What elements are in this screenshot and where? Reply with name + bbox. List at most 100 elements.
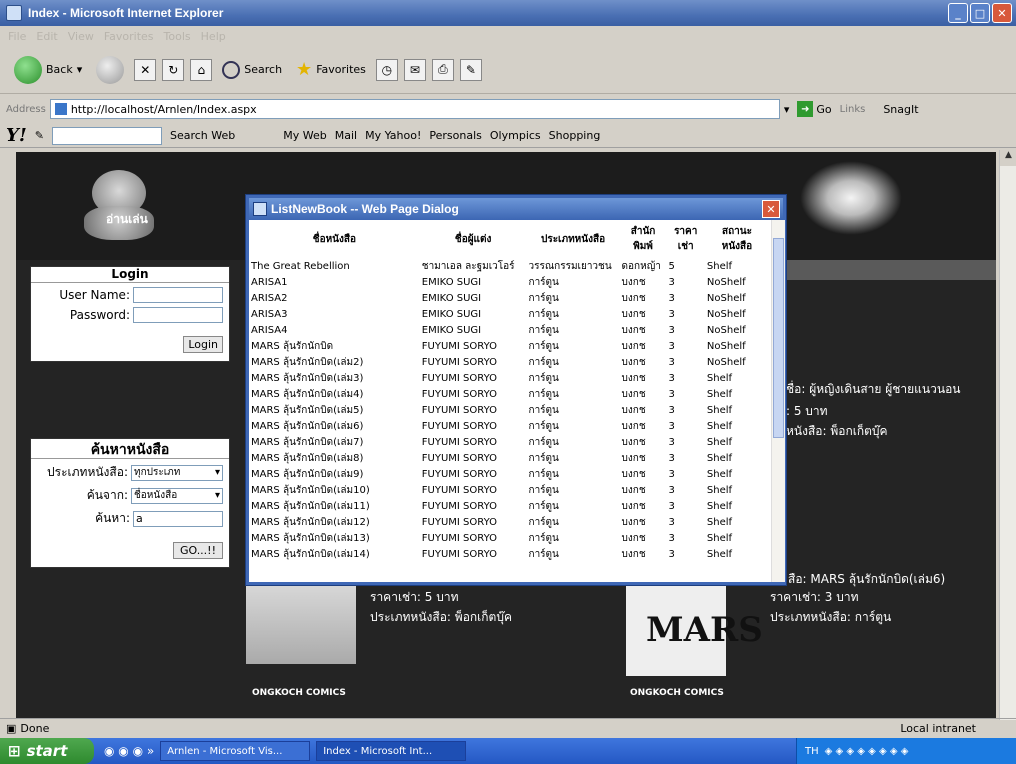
table-row[interactable]: MARS ลุ้นรักนักบิด(เล่ม6) FUYUMI SORYO การ… [249, 418, 769, 434]
table-row[interactable]: MARS ลุ้นรักนักบิด(เล่ม7) FUYUMI SORYO การ… [249, 434, 769, 450]
language-indicator[interactable]: TH [805, 746, 819, 757]
password-input[interactable] [133, 307, 223, 323]
quicklaunch-icons[interactable]: ◉ ◉ ◉ » [104, 744, 154, 758]
cell-author: FUYUMI SORYO [421, 404, 497, 416]
table-row[interactable]: MARS ลุ้นรักนักบิด(เล่ม12) FUYUMI SORYO กา… [249, 514, 769, 530]
cell-book-type: การ์ตูน [528, 452, 559, 464]
menu-file[interactable]: File [8, 30, 26, 43]
table-row[interactable]: MARS ลุ้นรักนักบิด(เล่ม4) FUYUMI SORYO การ… [249, 386, 769, 402]
page-icon [54, 103, 67, 115]
book-type-select[interactable]: ทุกประเภท ▾ [131, 464, 223, 481]
search-from-select[interactable]: ชื่อหนังสือ ▾ [131, 487, 223, 504]
yahoo-shopping[interactable]: Shopping [549, 129, 601, 142]
yahoo-mail[interactable]: Mail [335, 129, 357, 142]
close-button[interactable]: ✕ [992, 3, 1012, 23]
cell-publisher: บงกช [621, 324, 646, 336]
table-row[interactable]: MARS ลุ้นรักนักบิด(เล่ม11) FUYUMI SORYO กา… [249, 498, 769, 514]
login-button[interactable]: Login [183, 336, 223, 353]
cell-price: 3 [668, 452, 675, 464]
search-title: ค้นหาหนังสือ [31, 439, 229, 459]
header-price: ราคาเช่า [674, 226, 698, 252]
task-internet-explorer[interactable]: Index - Microsoft Int... [316, 741, 467, 761]
pencil-icon[interactable]: ✎ [35, 129, 44, 142]
table-row[interactable]: MARS ลุ้นรักนักบิด(เล่ม2) FUYUMI SORYO การ… [249, 354, 769, 370]
go-button[interactable]: ➜ Go [793, 101, 835, 117]
cell-author: EMIKO SUGI [421, 308, 482, 320]
favorites-button[interactable]: ★ Favorites [292, 57, 370, 82]
book-type-label: ประเภทหนังสือ: [47, 465, 128, 479]
cell-publisher: บงกช [621, 548, 646, 560]
table-row[interactable]: ARISA1 EMIKO SUGI การ์ตูน บงกช 3 NoShelf [249, 274, 769, 290]
cell-price: 3 [668, 340, 675, 352]
dialog-scrollbar[interactable] [771, 220, 785, 582]
book-cover-image[interactable] [246, 584, 356, 664]
table-row[interactable]: MARS ลุ้นรักนักบิด(เล่ม13) FUYUMI SORYO กา… [249, 530, 769, 546]
print-icon[interactable]: ⎙ [431, 58, 454, 81]
edit-icon[interactable]: ✎ [459, 58, 482, 81]
table-row[interactable]: ARISA3 EMIKO SUGI การ์ตูน บงกช 3 NoShelf [249, 306, 769, 322]
search-go-button[interactable]: GO...!! [172, 542, 223, 559]
cell-status: Shelf [706, 468, 733, 480]
yahoo-search-web-button[interactable]: Search Web [170, 129, 235, 142]
table-row[interactable]: MARS ลุ้นรักนักบิด(เล่ม8) FUYUMI SORYO การ… [249, 450, 769, 466]
address-input[interactable]: http://localhost/Arnlen/Index.aspx [49, 99, 780, 119]
ie-icon [253, 202, 267, 216]
history-icon[interactable]: ◷ [375, 58, 398, 81]
cell-status: Shelf [706, 452, 733, 464]
links-label[interactable]: Links [840, 104, 866, 115]
username-input[interactable] [133, 287, 223, 303]
page-scrollbar[interactable]: ▲ [999, 150, 1016, 720]
table-row[interactable]: ARISA4 EMIKO SUGI การ์ตูน บงกช 3 NoShelf [249, 322, 769, 338]
dialog-scroll-thumb[interactable] [773, 238, 784, 438]
menu-edit[interactable]: Edit [36, 30, 57, 43]
table-row[interactable]: MARS ลุ้นรักนักบิด FUYUMI SORYO การ์ตูน บงก… [249, 338, 769, 354]
start-button[interactable]: ⊞ start [0, 738, 94, 764]
table-row[interactable]: MARS ลุ้นรักนักบิด(เล่ม9) FUYUMI SORYO การ… [249, 466, 769, 482]
table-row[interactable]: The Great Rebellion ชามาเอล ละฐมเวโอร์ วรร… [249, 258, 769, 274]
cell-status: NoShelf [706, 324, 746, 336]
scroll-up-icon[interactable]: ▲ [1000, 150, 1016, 166]
status-text: Done [20, 722, 50, 735]
comics-logo-text: ONGKOCH COMICS [252, 688, 346, 698]
menu-favorites[interactable]: Favorites [104, 30, 154, 43]
maximize-button[interactable]: □ [970, 3, 990, 23]
yahoo-personals[interactable]: Personals [429, 129, 482, 142]
dialog-close-button[interactable]: ✕ [762, 200, 780, 218]
yahoo-my-web[interactable]: My Web [283, 129, 326, 142]
yahoo-my-yahoo[interactable]: My Yahoo! [365, 129, 421, 142]
task-visual-studio[interactable]: Arnlen - Microsoft Vis... [160, 741, 311, 761]
mail-icon[interactable]: ✉ [403, 58, 426, 81]
table-row[interactable]: MARS ลุ้นรักนักบิด(เล่ม5) FUYUMI SORYO การ… [249, 402, 769, 418]
refresh-icon[interactable]: ↻ [162, 58, 185, 81]
forward-button[interactable] [92, 54, 128, 86]
table-row[interactable]: MARS ลุ้นรักนักบิด(เล่ม3) FUYUMI SORYO การ… [249, 370, 769, 386]
table-row[interactable]: ARISA2 EMIKO SUGI การ์ตูน บงกช 3 NoShelf [249, 290, 769, 306]
tray-icons[interactable]: ◈ ◈ ◈ ◈ ◈ ◈ ◈ ◈ [825, 746, 909, 757]
cell-author: FUYUMI SORYO [421, 484, 497, 496]
menu-help[interactable]: Help [201, 30, 226, 43]
home-icon[interactable]: ⌂ [190, 58, 213, 81]
back-button[interactable]: Back ▾ [10, 54, 86, 86]
table-row[interactable]: MARS ลุ้นรักนักบิด(เล่ม14) FUYUMI SORYO กา… [249, 546, 769, 562]
dropdown-arrow-icon[interactable]: ▾ [784, 103, 790, 116]
keyword-input[interactable]: a [133, 510, 223, 527]
cell-price: 3 [668, 500, 675, 512]
menu-view[interactable]: View [68, 30, 94, 43]
table-row[interactable]: MARS ลุ้นรักนักบิด(เล่ม10) FUYUMI SORYO กา… [249, 482, 769, 498]
minimize-button[interactable]: _ [948, 3, 968, 23]
menu-tools[interactable]: Tools [164, 30, 191, 43]
yahoo-logo-icon[interactable]: Y! [6, 125, 27, 146]
stop-icon[interactable]: ✕ [134, 58, 157, 81]
yahoo-search-input[interactable] [51, 126, 162, 145]
cell-book-name: ARISA1 [251, 276, 288, 288]
books-table: ชื่อหนังสือ ชื่อผู้แต่ง ประเภทหนังสือ สำ… [249, 220, 769, 562]
cell-book-name: MARS ลุ้นรักนักบิด(เล่ม6) [251, 420, 364, 432]
snagit-button[interactable]: SnagIt [883, 103, 918, 116]
login-title: Login [31, 267, 229, 283]
search-button[interactable]: Search [218, 59, 286, 81]
book1-type: ประเภทหนังสือ: พ็อกเก็ตบุ๊ค [370, 610, 512, 624]
book-preview-area: ONGKOCH COMICS ราคาเช่า: 5 บาท ประเภทหนั… [246, 576, 996, 718]
yahoo-olympics[interactable]: Olympics [490, 129, 541, 142]
address-label: Address [6, 103, 46, 115]
cell-author: EMIKO SUGI [421, 276, 482, 288]
